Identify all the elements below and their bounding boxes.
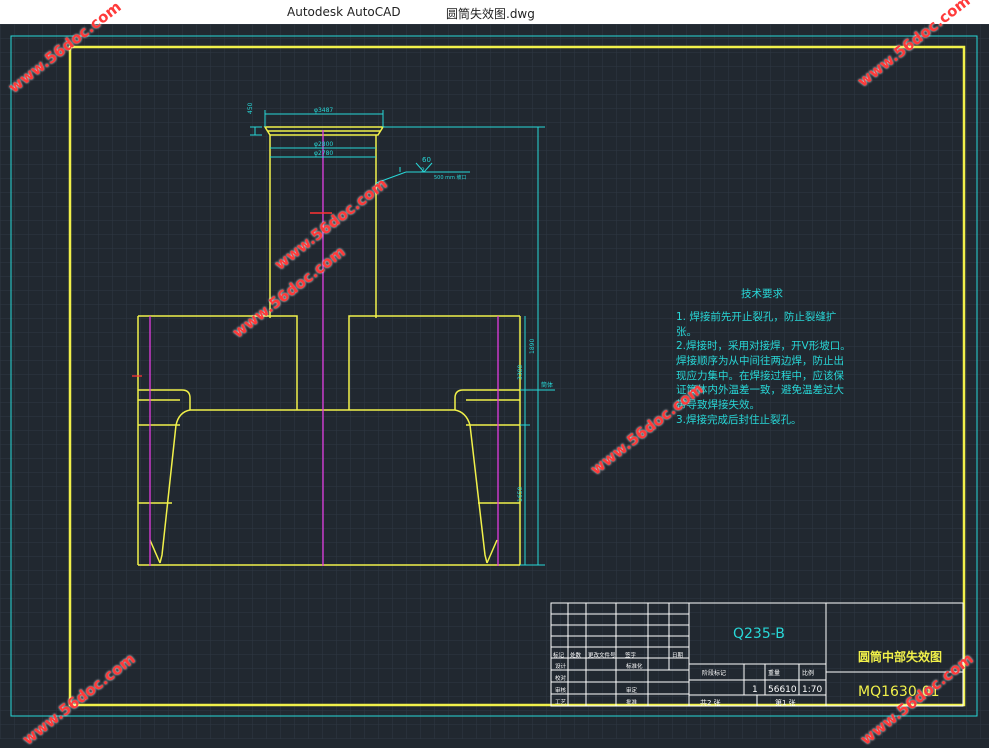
tech-line-4: 焊接顺序为从中间往两边焊，防止出 (676, 354, 844, 367)
total-sheets: 共2 张 (700, 698, 721, 707)
tech-line-2: 张。 (676, 326, 697, 338)
dim-right-label: 筒体 (541, 381, 553, 389)
sheet-no: 第1 张 (775, 698, 796, 707)
tech-line-5: 现应力集中。在焊接过程中，应该保 (676, 369, 844, 382)
row-proof: 校对 (555, 674, 567, 682)
dim-right-3: 1650 (517, 487, 524, 502)
weight-label: 重量 (768, 669, 780, 677)
hdr-mark: 标记 (553, 651, 565, 659)
scale: 1:70 (802, 685, 822, 695)
dim-small-left: 450 (247, 102, 254, 114)
tech-line-1: 1. 焊接前先开止裂孔，防止裂缝扩 (676, 310, 836, 323)
weld-gap: 2 (421, 167, 425, 174)
weld-note: 500 mm 坡口 (434, 174, 466, 181)
weld-angle: 60 (422, 156, 431, 164)
approve-label: 批准 (626, 698, 638, 706)
file-name: 圆筒失效图.dwg (446, 7, 535, 21)
hdr-date: 日期 (672, 652, 684, 659)
dim-top-outer: φ3487 (314, 107, 333, 114)
scale-label: 比例 (802, 669, 814, 677)
check-label: 审定 (626, 686, 638, 694)
hdr-sign: 签字 (625, 651, 637, 659)
stage-label: 阶段标记 (702, 669, 726, 677)
row-review: 审核 (555, 686, 567, 694)
quantity: 1 (752, 685, 758, 695)
dim-right-2: 3380 (517, 365, 524, 380)
app-name: Autodesk AutoCAD (287, 5, 401, 19)
material: Q235-B (733, 626, 785, 642)
tech-title: 技术要求 (741, 287, 783, 300)
hdr-count: 处数 (570, 651, 582, 659)
dim-top-inner: φ2780 (314, 150, 333, 157)
dim-right-1: 1890 (529, 339, 536, 354)
row-process: 工艺 (555, 699, 567, 706)
window-titlebar: Autodesk AutoCAD 圆筒失效图.dwg (0, 0, 989, 24)
weight: 56610 (768, 685, 797, 695)
tech-line-3: 2.焊接时，采用对接焊，开V形坡口。 (676, 339, 851, 352)
drawing-name: 圆筒中部失效图 (858, 649, 942, 664)
hdr-doc: 更改文件号 (588, 651, 616, 659)
tech-line-8: 3.焊接完成后封住止裂孔。 (676, 413, 802, 426)
row-design: 设计 (555, 662, 567, 670)
dim-top-mid: φ2800 (314, 141, 333, 148)
drawing-canvas[interactable]: φ3487 φ2800 φ2780 450 1890 3380 1650 筒体 … (0, 24, 989, 739)
std-label: 标准化 (626, 662, 643, 670)
